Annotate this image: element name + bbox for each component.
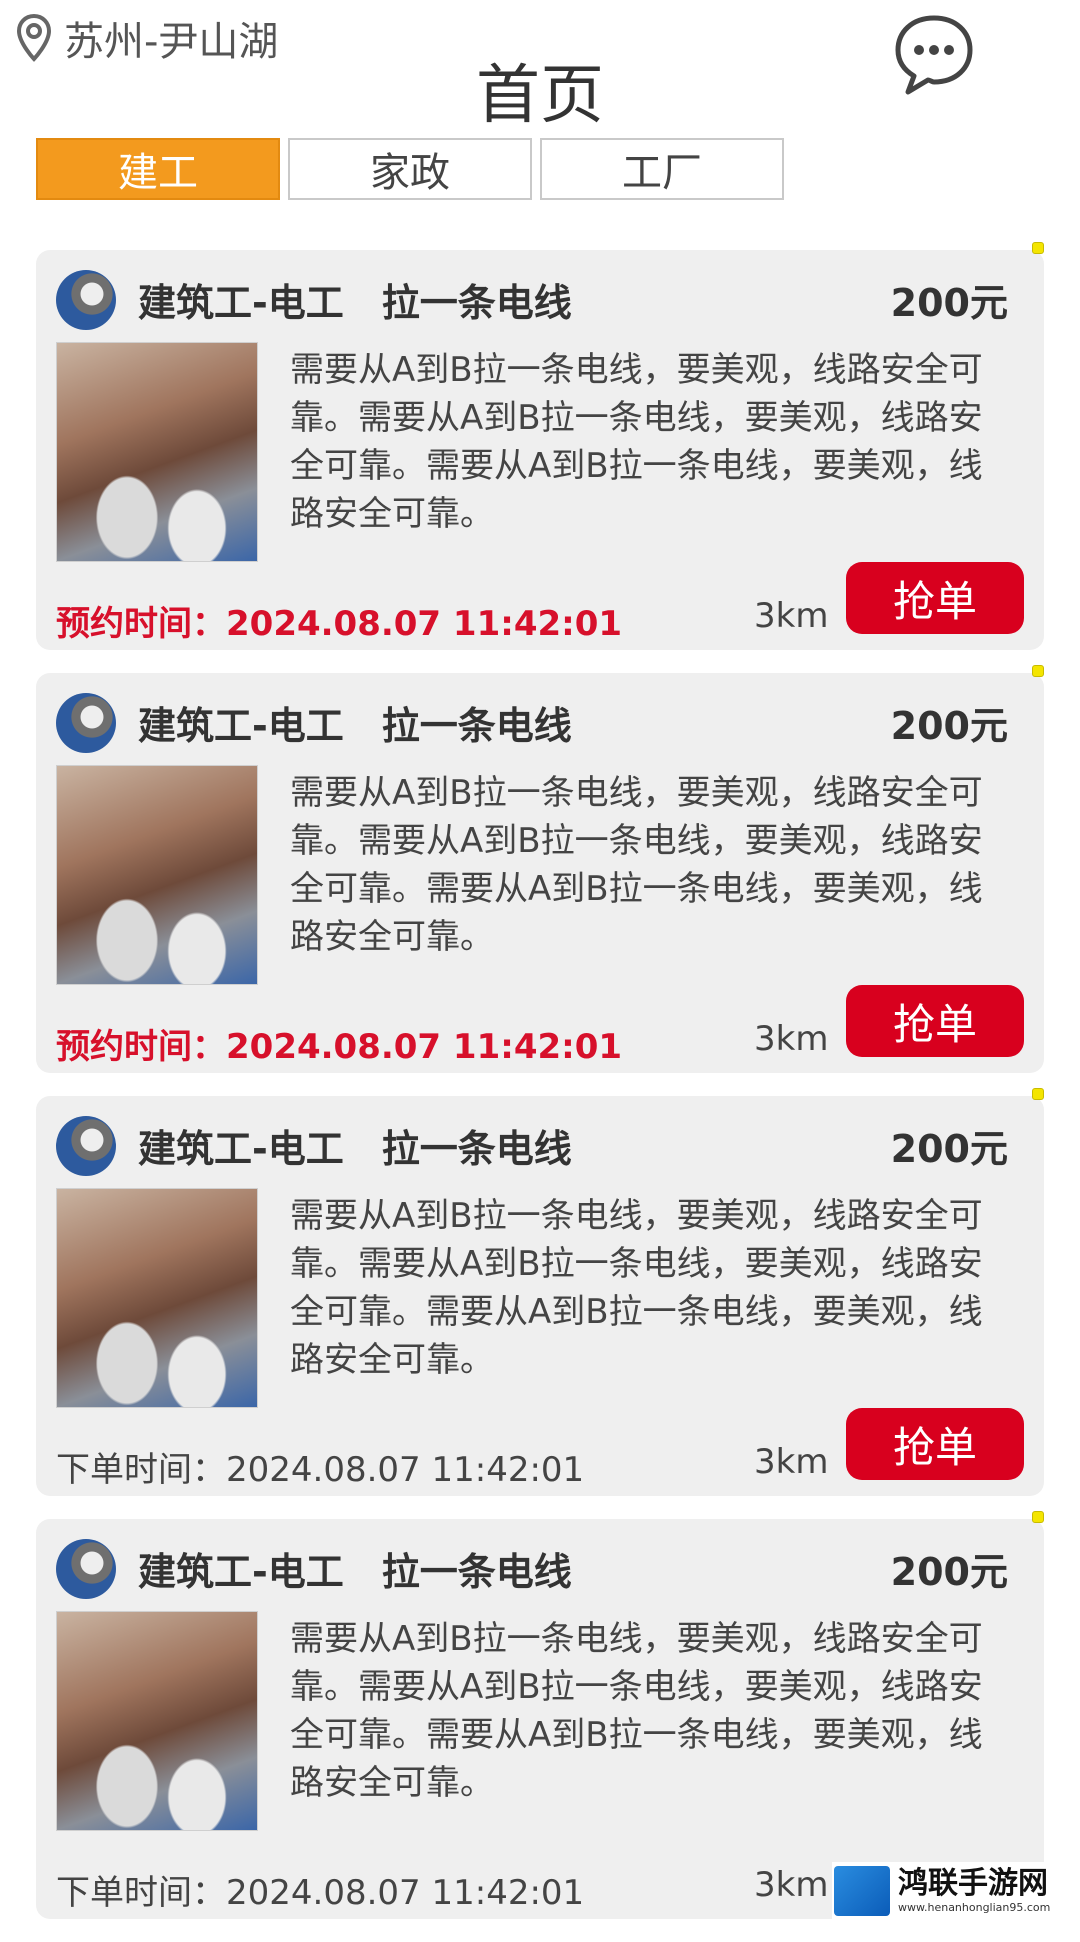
order-photo [56, 1611, 258, 1831]
grab-order-button[interactable]: 抢单 [846, 985, 1024, 1057]
order-description: 需要从A到B拉一条电线，要美观，线路安全可靠。需要从A到B拉一条电线，要美观，线… [290, 773, 983, 957]
order-distance: 3km [754, 1019, 829, 1059]
corner-marker [1032, 1511, 1044, 1523]
avatar [56, 270, 116, 330]
order-time: 下单时间：2024.08.07 11:42:01 [56, 1873, 585, 1913]
order-card[interactable]: 建筑工-电工 拉一条电线 200元 需要从A到B拉一条电线，要美观，线路安全可靠… [36, 242, 1044, 650]
order-description: 需要从A到B拉一条电线，要美观，线路安全可靠。需要从A到B拉一条电线，要美观，线… [290, 1196, 983, 1380]
order-card[interactable]: 建筑工-电工 拉一条电线 200元 需要从A到B拉一条电线，要美观，线路安全可靠… [36, 1088, 1044, 1496]
order-price: 200元 [890, 704, 1008, 748]
watermark-logo-icon [834, 1866, 890, 1916]
watermark-name: 鸿联手游网 [898, 1866, 1048, 1901]
order-distance: 3km [754, 1442, 829, 1482]
order-price: 200元 [890, 281, 1008, 325]
order-list: 建筑工-电工 拉一条电线 200元 需要从A到B拉一条电线，要美观，线路安全可靠… [36, 242, 1044, 1942]
corner-marker [1032, 242, 1044, 254]
order-photo [56, 342, 258, 562]
avatar [56, 1539, 116, 1599]
avatar [56, 1116, 116, 1176]
order-price: 200元 [890, 1550, 1008, 1594]
order-time: 预约时间：2024.08.07 11:42:01 [56, 1027, 623, 1067]
order-distance: 3km [754, 596, 829, 636]
order-time: 下单时间：2024.08.07 11:42:01 [56, 1450, 585, 1490]
header: 苏州-尹山湖 首页 [0, 0, 1080, 133]
order-title: 建筑工-电工 拉一条电线 [138, 1550, 572, 1594]
tab-jiazheng[interactable]: 家政 [288, 138, 532, 200]
order-title: 建筑工-电工 拉一条电线 [138, 704, 572, 748]
order-description: 需要从A到B拉一条电线，要美观，线路安全可靠。需要从A到B拉一条电线，要美观，线… [290, 1619, 983, 1803]
chat-bubble-icon[interactable] [892, 12, 976, 96]
grab-order-button[interactable]: 抢单 [846, 1408, 1024, 1480]
order-title: 建筑工-电工 拉一条电线 [138, 1127, 572, 1171]
corner-marker [1032, 1088, 1044, 1100]
avatar [56, 693, 116, 753]
order-photo [56, 1188, 258, 1408]
category-tabs: 建工 家政 工厂 [36, 138, 792, 200]
order-distance: 3km [754, 1865, 829, 1905]
order-price: 200元 [890, 1127, 1008, 1171]
order-card[interactable]: 建筑工-电工 拉一条电线 200元 需要从A到B拉一条电线，要美观，线路安全可靠… [36, 665, 1044, 1073]
corner-marker [1032, 665, 1044, 677]
watermark: 鸿联手游网 www.henanhonglian95.com [832, 1862, 1080, 1920]
order-description: 需要从A到B拉一条电线，要美观，线路安全可靠。需要从A到B拉一条电线，要美观，线… [290, 350, 983, 534]
tab-gongchang[interactable]: 工厂 [540, 138, 784, 200]
grab-order-button[interactable]: 抢单 [846, 562, 1024, 634]
order-title: 建筑工-电工 拉一条电线 [138, 281, 572, 325]
order-card[interactable]: 建筑工-电工 拉一条电线 200元 需要从A到B拉一条电线，要美观，线路安全可靠… [36, 1511, 1044, 1919]
order-photo [56, 765, 258, 985]
watermark-url: www.henanhonglian95.com [898, 1901, 1051, 1914]
order-time: 预约时间：2024.08.07 11:42:01 [56, 604, 623, 644]
tab-jiangong[interactable]: 建工 [36, 138, 280, 200]
